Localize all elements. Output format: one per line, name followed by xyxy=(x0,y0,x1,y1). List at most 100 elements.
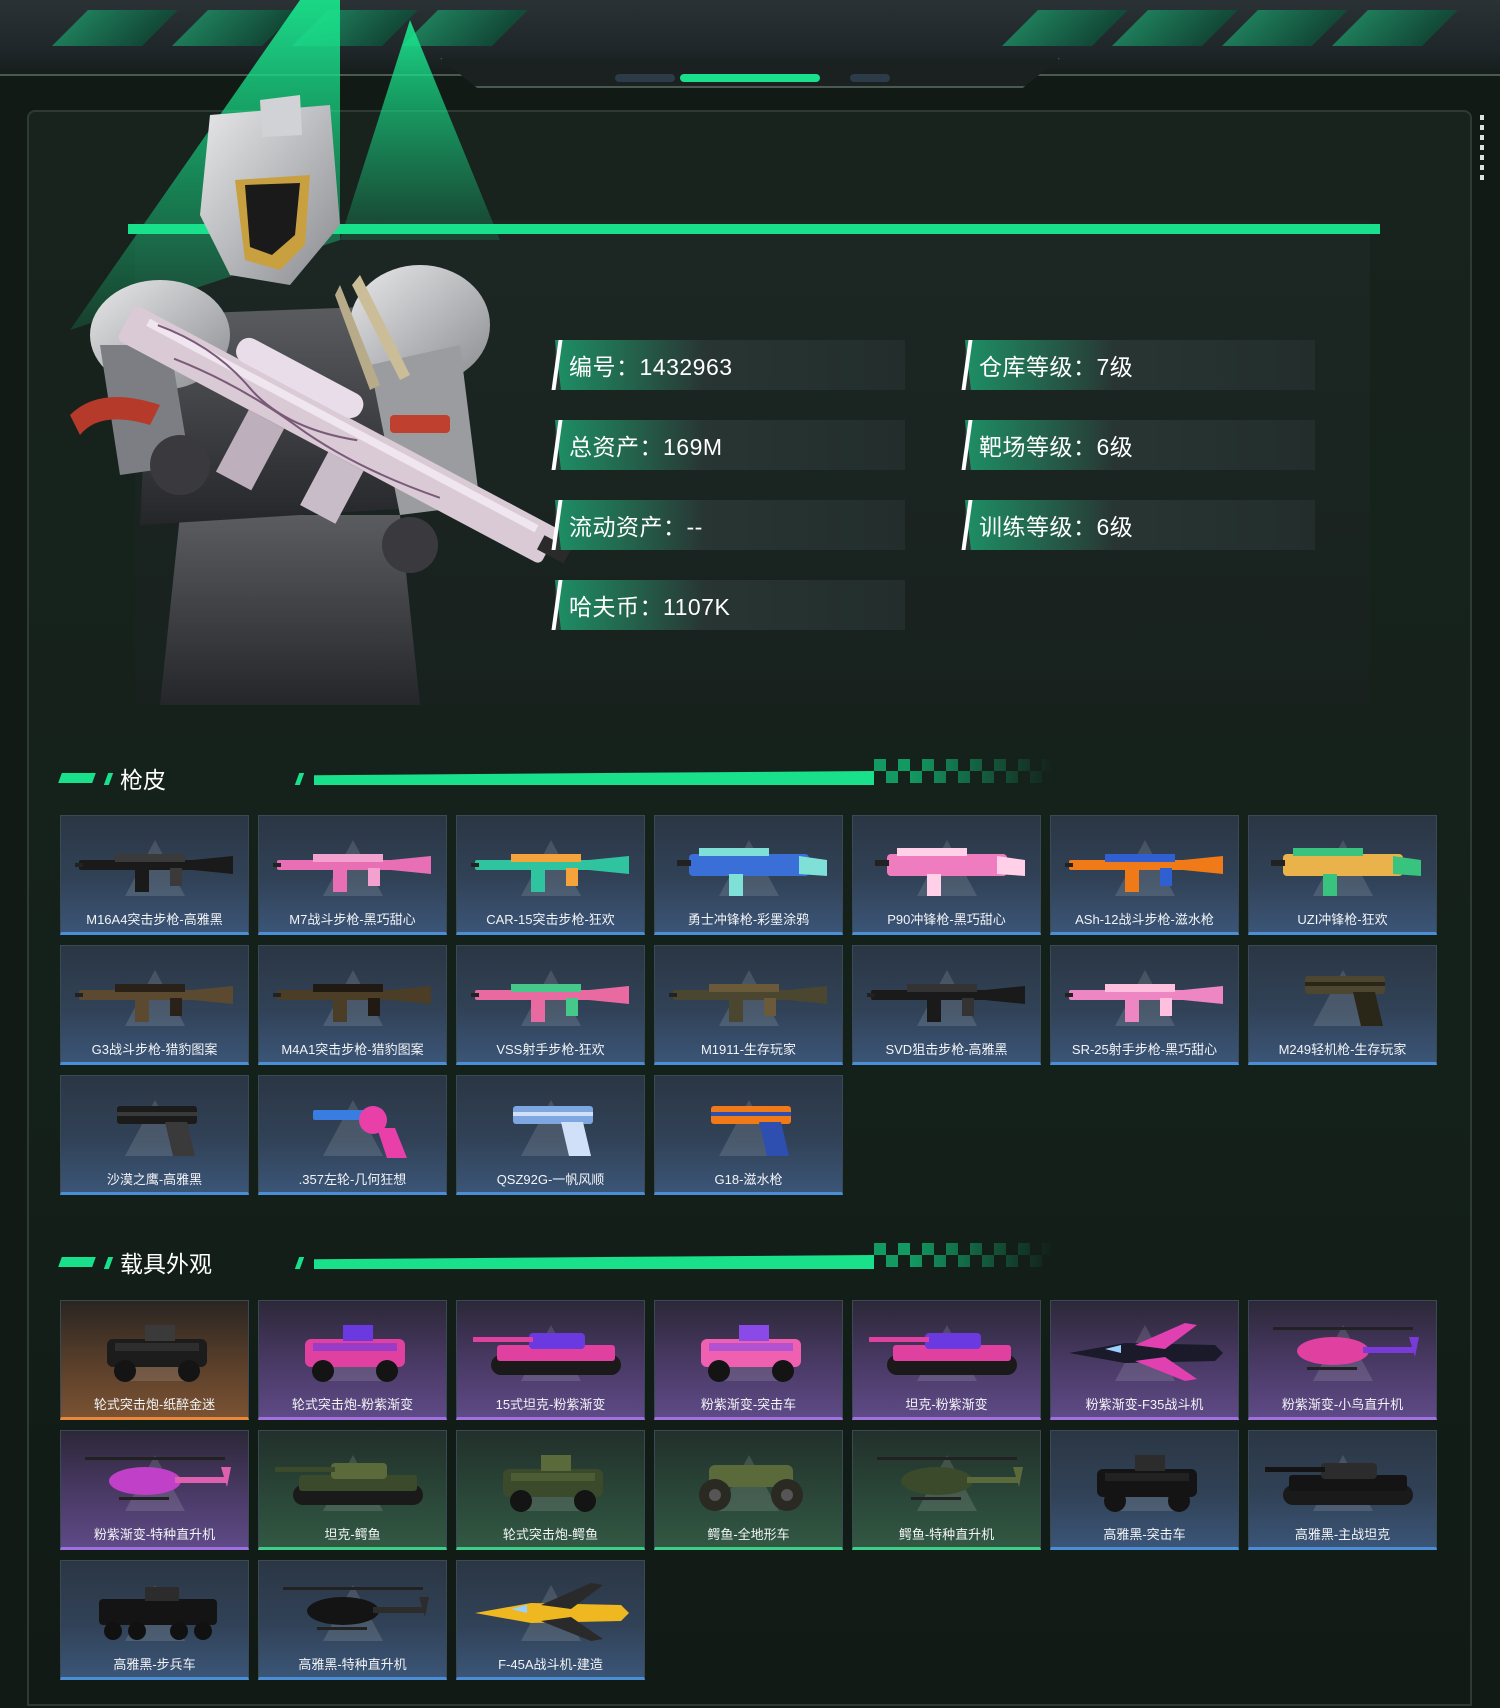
vehicle-skin-card[interactable]: 鳄鱼-特种直升机 xyxy=(852,1430,1041,1550)
tank-icon xyxy=(869,1333,1017,1375)
tank-icon xyxy=(1265,1463,1413,1505)
vehicle-skin-card[interactable]: 轮式突击炮-鳄鱼 xyxy=(456,1430,645,1550)
ifv-icon xyxy=(99,1587,217,1640)
armored-car-icon xyxy=(305,1325,405,1382)
hud-pill-active xyxy=(680,74,820,82)
gun-skin-card[interactable]: UZI冲锋枪-狂欢 xyxy=(1248,815,1437,935)
tank-icon xyxy=(275,1463,423,1505)
gun-skin-card[interactable]: ASh-12战斗步枪-滋水枪 xyxy=(1050,815,1239,935)
item-name: 沙漠之鹰-高雅黑 xyxy=(106,1172,203,1187)
item-name: M7战斗步枪-黑巧甜心 xyxy=(289,912,416,927)
smg-icon xyxy=(875,848,1025,896)
item-name: VSS射手步枪-狂欢 xyxy=(496,1042,605,1057)
vehicle-skin-card[interactable]: 粉紫渐变-F35战斗机 xyxy=(1050,1300,1239,1420)
item-name: 高雅黑-步兵车 xyxy=(113,1657,196,1672)
item-name: ASh-12战斗步枪-滋水枪 xyxy=(1075,912,1214,927)
gun-skin-card[interactable]: CAR-15突击步枪-狂欢 xyxy=(456,815,645,935)
gun-skin-card[interactable]: VSS射手步枪-狂欢 xyxy=(456,945,645,1065)
gun-skin-card[interactable]: QSZ92G-一帆风顺 xyxy=(456,1075,645,1195)
vehicle-skin-card[interactable]: F-45A战斗机-建造 xyxy=(456,1560,645,1680)
rifle-icon xyxy=(1065,984,1223,1022)
gun-skin-card[interactable]: M16A4突击步枪-高雅黑 xyxy=(60,815,249,935)
vehicle-skin-card[interactable]: 坦克-鳄鱼 xyxy=(258,1430,447,1550)
gun-skin-card[interactable]: SR-25射手步枪-黑巧甜心 xyxy=(1050,945,1239,1065)
item-name: 轮式突击炮-纸醉金迷 xyxy=(93,1397,216,1412)
header-dash xyxy=(58,773,96,783)
rifle-icon xyxy=(867,984,1025,1022)
item-name: G3战斗步枪-猎豹图案 xyxy=(91,1042,218,1057)
item-name: 高雅黑-突击车 xyxy=(1103,1527,1186,1542)
vehicle-skin-card[interactable]: 高雅黑-特种直升机 xyxy=(258,1560,447,1680)
rifle-icon xyxy=(75,984,233,1022)
gun-skin-card[interactable]: P90冲锋枪-黑巧甜心 xyxy=(852,815,1041,935)
pistol-icon xyxy=(1305,976,1385,1026)
item-name: CAR-15突击步枪-狂欢 xyxy=(486,912,615,927)
item-name: 坦克-粉紫渐变 xyxy=(905,1397,988,1412)
gun-skin-card[interactable]: G3战斗步枪-猎豹图案 xyxy=(60,945,249,1065)
gun-skin-card[interactable]: M249轻机枪-生存玩家 xyxy=(1248,945,1437,1065)
helicopter-icon xyxy=(85,1457,231,1500)
stat-warehouse-level: 仓库等级：7级 xyxy=(961,340,1315,390)
gun-skin-card[interactable]: M7战斗步枪-黑巧甜心 xyxy=(258,815,447,935)
hud-chevron xyxy=(1222,10,1348,46)
hud-chevron xyxy=(1002,10,1128,46)
pistol-icon xyxy=(117,1106,197,1156)
item-name: 轮式突击炮-粉紫渐变 xyxy=(291,1397,414,1412)
stat-id: 编号：1432963 xyxy=(551,340,905,390)
item-name: .357左轮-几何狂想 xyxy=(298,1172,407,1187)
vehicle-skin-card[interactable]: 高雅黑-步兵车 xyxy=(60,1560,249,1680)
stat-label: 流动资产：-- xyxy=(569,514,703,540)
stat-label: 训练等级：6级 xyxy=(979,514,1134,540)
vehicle-skin-card[interactable]: 粉紫渐变-突击车 xyxy=(654,1300,843,1420)
hud-chevron xyxy=(1332,10,1458,46)
header-checker xyxy=(874,1243,1054,1267)
vehicle-skin-card[interactable]: 坦克-粉紫渐变 xyxy=(852,1300,1041,1420)
stat-training-level: 训练等级：6级 xyxy=(961,500,1315,550)
stat-liquid-assets: 流动资产：-- xyxy=(551,500,905,550)
vehicle-skin-card[interactable]: 15式坦克-粉紫渐变 xyxy=(456,1300,645,1420)
item-name: UZI冲锋枪-狂欢 xyxy=(1297,912,1388,927)
item-name: M1911-生存玩家 xyxy=(700,1042,797,1057)
stat-label: 总资产：169M xyxy=(569,434,723,460)
gun-skin-card[interactable]: G18-滋水枪 xyxy=(654,1075,843,1195)
stat-label: 靶场等级：6级 xyxy=(979,434,1134,460)
vehicle-skin-card[interactable]: 轮式突击炮-纸醉金迷 xyxy=(60,1300,249,1420)
stat-havoc-coin: 哈夫币：1107K xyxy=(551,580,905,630)
rifle-icon xyxy=(273,984,431,1022)
section-title: 枪皮 xyxy=(120,767,166,793)
rifle-icon xyxy=(273,854,431,892)
vehicle-skin-card[interactable]: 高雅黑-突击车 xyxy=(1050,1430,1239,1550)
gun-skin-card[interactable]: M1911-生存玩家 xyxy=(654,945,843,1065)
armored-car-icon xyxy=(107,1325,207,1382)
stat-label: 仓库等级：7级 xyxy=(979,354,1134,380)
item-name: 粉紫渐变-突击车 xyxy=(700,1397,797,1412)
pistol-icon xyxy=(711,1106,791,1156)
item-name: 15式坦克-粉紫渐变 xyxy=(495,1397,606,1412)
item-name: QSZ92G-一帆风顺 xyxy=(496,1172,605,1187)
armored-car-icon xyxy=(503,1455,603,1512)
rifle-icon xyxy=(669,984,827,1022)
rifle-icon xyxy=(471,984,629,1022)
rifle-icon xyxy=(471,854,629,892)
vehicle-skin-card[interactable]: 粉紫渐变-特种直升机 xyxy=(60,1430,249,1550)
armored-car-icon xyxy=(1097,1455,1197,1512)
scroll-indicator[interactable] xyxy=(1480,115,1484,185)
section-title: 载具外观 xyxy=(120,1251,212,1277)
helicopter-icon xyxy=(877,1457,1023,1500)
gun-skin-card[interactable]: 沙漠之鹰-高雅黑 xyxy=(60,1075,249,1195)
gun-skin-card[interactable]: 勇士冲锋枪-彩墨涂鸦 xyxy=(654,815,843,935)
gun-skin-card[interactable]: SVD狙击步枪-高雅黑 xyxy=(852,945,1041,1065)
vehicle-skin-card[interactable]: 高雅黑-主战坦克 xyxy=(1248,1430,1437,1550)
gun-skin-card[interactable]: M4A1突击步枪-猎豹图案 xyxy=(258,945,447,1065)
helicopter-icon xyxy=(283,1587,429,1630)
item-name: M249轻机枪-生存玩家 xyxy=(1278,1042,1407,1057)
vehicle-skin-card[interactable]: 粉紫渐变-小鸟直升机 xyxy=(1248,1300,1437,1420)
gun-skin-card[interactable]: .357左轮-几何狂想 xyxy=(258,1075,447,1195)
item-name: 勇士冲锋枪-彩墨涂鸦 xyxy=(687,912,810,927)
vehicle-skin-card[interactable]: 鳄鱼-全地形车 xyxy=(654,1430,843,1550)
item-name: 粉紫渐变-特种直升机 xyxy=(93,1527,216,1542)
jet-icon xyxy=(1069,1323,1223,1381)
vehicle-skin-card[interactable]: 轮式突击炮-粉紫渐变 xyxy=(258,1300,447,1420)
pistol-icon xyxy=(513,1106,593,1156)
hud-chevron xyxy=(1112,10,1238,46)
